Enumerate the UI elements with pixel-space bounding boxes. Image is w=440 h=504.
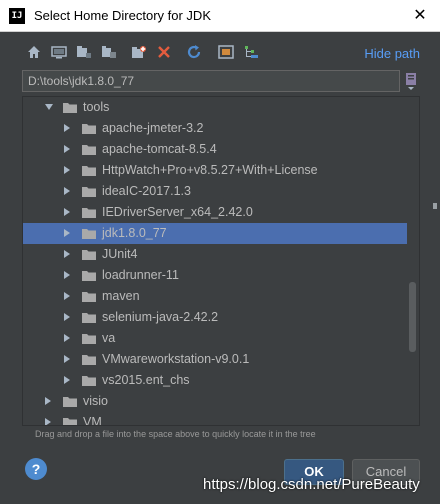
tree-row[interactable]: va <box>23 328 407 349</box>
expand-arrow-right-icon[interactable] <box>64 250 70 258</box>
folder-icon <box>82 166 96 176</box>
tree-row[interactable]: tools <box>23 97 407 118</box>
tree-row[interactable]: VM <box>23 412 407 426</box>
expand-arrow-right-icon[interactable] <box>64 124 70 132</box>
drag-drop-hint: Drag and drop a file into the space abov… <box>35 429 316 439</box>
help-button[interactable]: ? <box>25 458 47 480</box>
tree-row-label: visio <box>83 394 109 408</box>
folder-icon <box>82 271 96 281</box>
expand-arrow-right-icon[interactable] <box>64 145 70 153</box>
title-bar: IJ Select Home Directory for JDK ✕ <box>0 0 440 32</box>
tree-row-label: apache-jmeter-3.2 <box>102 121 204 135</box>
folder-icon <box>63 103 77 113</box>
folder-icon <box>82 208 96 218</box>
delete-icon[interactable] <box>155 43 173 61</box>
background-edge-mark <box>433 203 437 209</box>
tree-row-label: apache-tomcat-8.5.4 <box>102 142 217 156</box>
module-icon[interactable] <box>100 43 118 61</box>
tree-row-label: IEDriverServer_x64_2.42.0 <box>102 205 253 219</box>
expand-arrow-right-icon[interactable] <box>45 418 51 425</box>
folder-icon <box>82 334 96 344</box>
tree-row[interactable]: vs2015.ent_chs <box>23 370 407 391</box>
tree-row[interactable]: HttpWatch+Pro+v8.5.27+With+License <box>23 160 407 181</box>
folder-icon <box>82 187 96 197</box>
tree-expand-icon[interactable] <box>243 43 261 61</box>
hide-path-link[interactable]: Hide path <box>364 46 420 61</box>
expand-arrow-right-icon[interactable] <box>64 334 70 342</box>
expand-arrow-right-icon[interactable] <box>64 355 70 363</box>
desktop-icon[interactable] <box>50 43 68 61</box>
folder-icon <box>82 124 96 134</box>
expand-arrow-right-icon[interactable] <box>64 313 70 321</box>
folder-icon <box>82 313 96 323</box>
tree-row-selected[interactable]: jdk1.8.0_77 <box>23 223 407 244</box>
show-hidden-icon[interactable] <box>217 43 235 61</box>
tree-row[interactable]: apache-jmeter-3.2 <box>23 118 407 139</box>
folder-icon <box>63 397 77 407</box>
folder-icon <box>82 376 96 386</box>
tree-row[interactable]: visio <box>23 391 407 412</box>
directory-tree[interactable]: tools apache-jmeter-3.2 apache-tomcat-8.5.… <box>22 96 420 426</box>
tree-row[interactable]: maven <box>23 286 407 307</box>
folder-icon <box>82 145 96 155</box>
tree-row-label: loadrunner-11 <box>102 268 179 282</box>
folder-icon <box>82 355 96 365</box>
new-folder-icon[interactable] <box>130 43 148 61</box>
close-button[interactable]: ✕ <box>408 4 432 28</box>
folder-icon <box>63 418 77 425</box>
expand-arrow-right-icon[interactable] <box>64 292 70 300</box>
dialog-title: Select Home Directory for JDK <box>34 8 211 23</box>
watermark: https://blog.csdn.net/PureBeauty <box>203 476 420 493</box>
tree-row-label: VMwareworkstation-v9.0.1 <box>102 352 250 366</box>
tree-row[interactable]: selenium-java-2.42.2 <box>23 307 407 328</box>
tree-row[interactable]: ideaIC-2017.1.3 <box>23 181 407 202</box>
tree-scrollbar[interactable] <box>409 282 416 352</box>
tree-row-label: va <box>102 331 116 345</box>
tree-row[interactable]: loadrunner-11 <box>23 265 407 286</box>
expand-arrow-right-icon[interactable] <box>45 397 51 405</box>
tree-row[interactable]: IEDriverServer_x64_2.42.0 <box>23 202 407 223</box>
tree-row-label: jdk1.8.0_77 <box>102 226 167 240</box>
expand-arrow-right-icon[interactable] <box>64 271 70 279</box>
expand-arrow-right-icon[interactable] <box>64 187 70 195</box>
tree-row-label: ideaIC-2017.1.3 <box>102 184 191 198</box>
expand-arrow-right-icon[interactable] <box>64 229 70 237</box>
path-input[interactable]: D:\tools\jdk1.8.0_77 <box>22 70 400 92</box>
tree-row-label: selenium-java-2.42.2 <box>102 310 219 324</box>
folder-icon <box>82 250 96 260</box>
folder-icon <box>82 292 96 302</box>
refresh-icon[interactable] <box>185 43 203 61</box>
intellij-app-icon: IJ <box>9 8 25 24</box>
tree-row-label: VM <box>83 415 102 426</box>
project-icon[interactable] <box>75 43 93 61</box>
expand-arrow-right-icon[interactable] <box>64 208 70 216</box>
expand-arrow-down-icon[interactable] <box>45 104 53 110</box>
expand-arrow-right-icon[interactable] <box>64 166 70 174</box>
path-history-icon[interactable] <box>404 70 418 92</box>
tree-row-label: HttpWatch+Pro+v8.5.27+With+License <box>102 163 318 177</box>
folder-icon <box>82 229 96 239</box>
tree-row-label: JUnit4 <box>102 247 138 261</box>
tree-row[interactable]: apache-tomcat-8.5.4 <box>23 139 407 160</box>
home-icon[interactable] <box>25 43 43 61</box>
tree-row-label: tools <box>83 100 110 114</box>
tree-row-label: maven <box>102 289 140 303</box>
tree-row-label: vs2015.ent_chs <box>102 373 190 387</box>
tree-row[interactable]: JUnit4 <box>23 244 407 265</box>
tree-row[interactable]: VMwareworkstation-v9.0.1 <box>23 349 407 370</box>
expand-arrow-right-icon[interactable] <box>64 376 70 384</box>
